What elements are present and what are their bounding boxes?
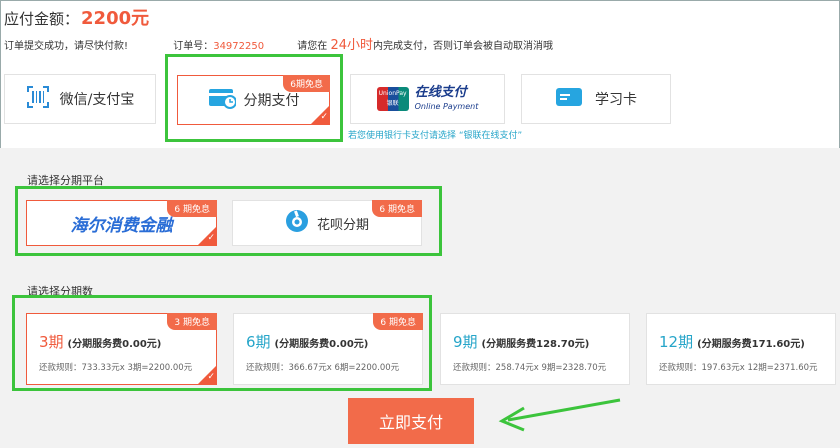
pay-now-button[interactable]: 立即支付 [348,398,474,444]
unionpay-logo: UnionPay 银联 [376,87,409,111]
term-rule: 还款规则：258.74元x 9期=2328.70元 [453,363,607,373]
method-wechat-alipay[interactable]: 微信/支付宝 [4,74,156,124]
amount-row: 应付金额： 2200元 [4,4,149,30]
method-label: 学习卡 [595,92,637,108]
method-study-card[interactable]: 学习卡 [521,74,671,124]
term-option-9[interactable]: 9期 (分期服务费128.70元) 还款规则：258.74元x 9期=2328.7… [440,313,630,385]
qr-scan-icon [26,85,50,113]
term-period: 12期 (分期服务费171.60元) [659,333,805,351]
deadline-suffix: 内完成支付，否则订单会被自动取消消 [373,41,544,52]
highlight-box-term [12,295,432,391]
term-period: 9期 (分期服务费128.70元) [453,333,590,351]
term-fee: (分期服务费171.60元) [697,339,805,350]
highlight-box-method [165,54,343,142]
term-rule: 还款规则：197.63元x 12期=2371.60元 [659,363,818,373]
order-number: 34972250 [213,41,265,52]
card-icon [555,87,583,111]
deadline-end: 哦 [543,41,554,52]
term-fee: (分期服务费128.70元) [481,339,590,350]
submit-message: 订单提交成功，请尽快付款! [4,41,129,52]
unionpay-label: 在线支付 Online Payment [414,84,479,111]
order-label: 订单号： [173,41,214,52]
unionpay-hint: 若您使用银行卡支付请选择 “银联在线支付” [348,131,523,141]
term-option-12[interactable]: 12期 (分期服务费171.60元) 还款规则：197.63元x 12期=2371… [646,313,836,385]
method-unionpay[interactable]: UnionPay 银联 在线支付 Online Payment [350,74,505,124]
amount-label: 应付金额： [4,10,80,28]
annotation-arrow-icon [498,398,621,432]
deadline-prefix: 请您在 [297,41,328,52]
highlight-box-platform [15,186,442,256]
method-label: 微信/支付宝 [59,92,135,108]
order-info-row: 订单提交成功，请尽快付款! 订单号：34972250 请您在 24小时内完成支付… [4,34,553,53]
amount-value: 2200元 [81,8,150,29]
deadline-value: 24小时 [330,38,374,53]
